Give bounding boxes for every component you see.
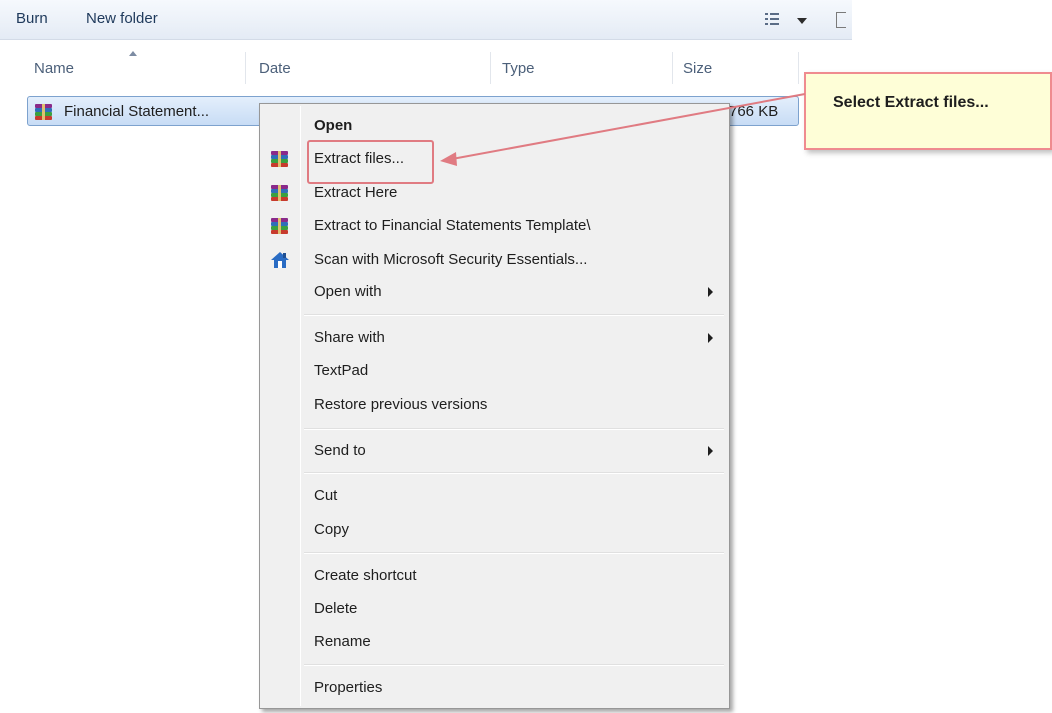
- menu-item-share-with[interactable]: Share with: [262, 322, 727, 354]
- winrar-icon: [271, 218, 288, 234]
- menu-item-create-shortcut[interactable]: Create shortcut: [262, 560, 727, 592]
- menu-item-label: Share with: [314, 329, 385, 346]
- menu-item-label: Restore previous versions: [314, 396, 488, 413]
- column-type[interactable]: Type: [502, 60, 535, 77]
- menu-item-label: Open with: [314, 283, 382, 300]
- submenu-arrow-icon: [708, 446, 713, 456]
- preview-pane-icon[interactable]: [836, 12, 846, 28]
- submenu-arrow-icon: [708, 333, 713, 343]
- menu-item-send-to[interactable]: Send to: [262, 435, 727, 467]
- menu-item-properties[interactable]: Properties: [262, 672, 727, 704]
- menu-item-label: Send to: [314, 442, 366, 459]
- context-menu: Open Extract files... Extract Here Extra…: [259, 103, 730, 709]
- menu-item-rename[interactable]: Rename: [262, 626, 727, 658]
- sort-ascending-icon: [129, 51, 137, 56]
- menu-item-label: Create shortcut: [314, 567, 417, 584]
- views-icon[interactable]: [765, 12, 779, 26]
- menu-item-open[interactable]: Open: [262, 110, 727, 142]
- column-name[interactable]: Name: [34, 60, 74, 77]
- menu-item-label: Rename: [314, 633, 371, 650]
- column-size[interactable]: Size: [683, 60, 712, 77]
- menu-item-label: TextPad: [314, 362, 369, 379]
- menu-item-label: Cut: [314, 487, 338, 504]
- menu-separator: [304, 664, 724, 666]
- menu-item-label: Scan with Microsoft Security Essentials.…: [314, 251, 588, 268]
- winrar-icon: [271, 185, 288, 201]
- file-name: Financial Statement...: [64, 103, 210, 120]
- menu-separator: [304, 314, 724, 316]
- column-divider[interactable]: [245, 52, 246, 84]
- submenu-arrow-icon: [708, 287, 713, 297]
- menu-separator: [304, 552, 724, 554]
- menu-separator: [304, 472, 724, 474]
- menu-item-delete[interactable]: Delete: [262, 593, 727, 625]
- column-date[interactable]: Date: [259, 60, 291, 77]
- menu-separator: [304, 428, 724, 430]
- column-header: Name Date Type Size: [0, 44, 852, 90]
- menu-item-label: Delete: [314, 600, 358, 617]
- menu-item-label: Extract to Financial Statements Template…: [314, 217, 591, 234]
- menu-item-textpad[interactable]: TextPad: [262, 355, 727, 387]
- menu-item-open-with[interactable]: Open with: [262, 276, 727, 308]
- menu-item-label: Copy: [314, 521, 350, 538]
- menu-item-scan-security-essentials[interactable]: Scan with Microsoft Security Essentials.…: [262, 244, 727, 276]
- callout-text: Select Extract files...: [833, 94, 989, 111]
- column-divider[interactable]: [672, 52, 673, 84]
- menu-item-cut[interactable]: Cut: [262, 480, 727, 512]
- new-folder-button[interactable]: New folder: [86, 10, 158, 27]
- winrar-archive-icon: [35, 104, 52, 120]
- winrar-icon: [271, 151, 288, 167]
- command-bar: Burn New folder: [0, 0, 852, 40]
- column-divider[interactable]: [490, 52, 491, 84]
- menu-item-label: Properties: [314, 679, 383, 696]
- file-size: 766 KB: [729, 103, 779, 120]
- views-dropdown-icon[interactable]: [797, 18, 807, 24]
- menu-item-label: Extract Here: [314, 184, 398, 201]
- menu-item-restore-previous-versions[interactable]: Restore previous versions: [262, 389, 727, 421]
- menu-item-label: Open: [314, 117, 353, 134]
- menu-item-extract-to[interactable]: Extract to Financial Statements Template…: [262, 210, 727, 242]
- column-divider[interactable]: [798, 52, 799, 84]
- security-essentials-icon: [271, 252, 289, 268]
- burn-button[interactable]: Burn: [16, 10, 48, 27]
- menu-item-copy[interactable]: Copy: [262, 514, 727, 546]
- extract-files-highlight: [307, 140, 434, 184]
- callout-box: Select Extract files...: [804, 72, 1052, 150]
